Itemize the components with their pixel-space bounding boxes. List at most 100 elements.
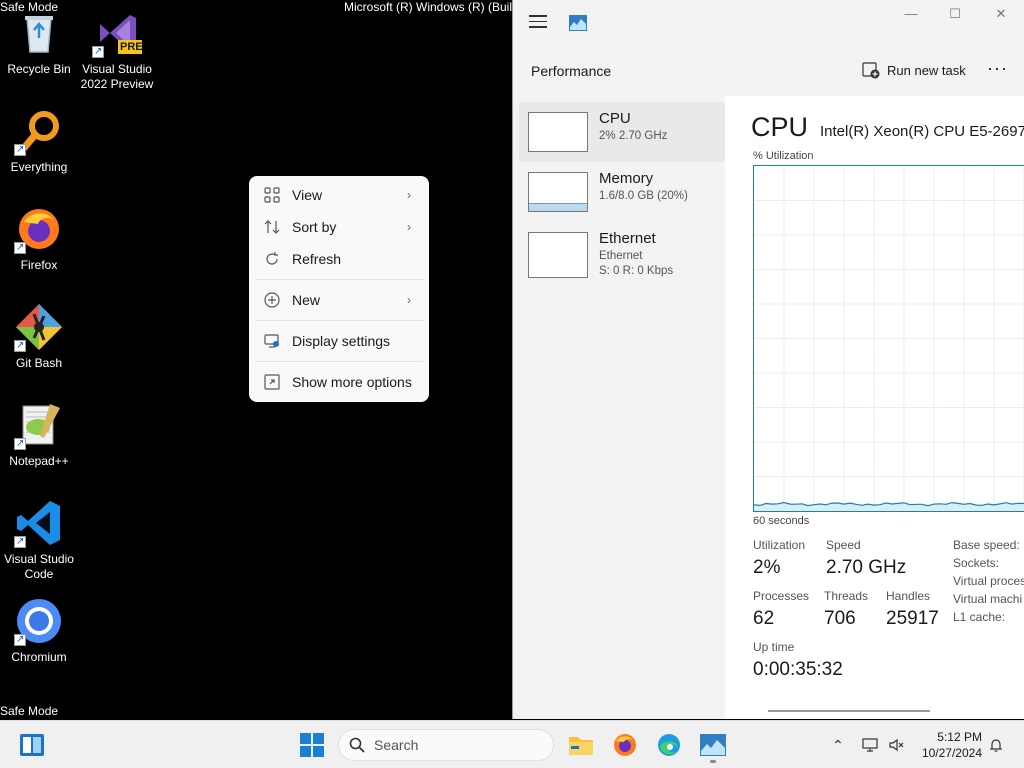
run-new-task-label: Run new task [887, 62, 966, 78]
l1-cache-label: L1 cache: [953, 610, 1006, 624]
clock-time: 5:12 PM [937, 730, 982, 744]
chevron-up-icon[interactable]: ⌃ [828, 735, 848, 755]
task-manager-taskbar-icon[interactable] [693, 725, 733, 765]
ethernet-mini-graph [528, 232, 588, 278]
system-clock[interactable]: 5:12 PM 10/27/2024 [916, 729, 982, 761]
sidebar-item-cpu[interactable]: CPU 2% 2.70 GHz [519, 102, 725, 162]
desktop-icon-chromium[interactable]: Chromium [0, 596, 78, 665]
menu-item-view[interactable]: View › [253, 179, 425, 211]
desktop-icon-label: Visual Studio Code [4, 552, 74, 581]
sidebar-item-detail: 1.6/8.0 GB (20%) [599, 190, 688, 202]
cpu-model: Intel(R) Xeon(R) CPU E5-2697 [820, 123, 1024, 140]
menu-item-label: Display settings [292, 333, 391, 349]
page-title: Performance [531, 63, 612, 79]
safe-mode-label-bottom: Safe Mode [0, 704, 59, 718]
clock-date: 10/27/2024 [921, 746, 982, 760]
menu-item-refresh[interactable]: Refresh [253, 243, 425, 275]
edge-taskbar-icon[interactable] [649, 725, 689, 765]
chromium-icon [14, 596, 64, 647]
search-placeholder: Search [374, 737, 419, 753]
grid-view-icon [263, 186, 281, 204]
menu-item-display-settings[interactable]: Display settings [253, 325, 425, 357]
menu-item-label: View [292, 187, 323, 203]
speed-label: Speed [826, 538, 861, 552]
sidebar-item-name: CPU [599, 110, 631, 127]
shortcut-arrow-icon [14, 632, 26, 647]
display-settings-icon [263, 332, 281, 350]
run-task-icon [862, 61, 880, 79]
processes-value: 62 [753, 608, 775, 629]
start-button[interactable] [292, 725, 332, 765]
git-bash-icon [14, 302, 64, 353]
sidebar-item-memory[interactable]: Memory 1.6/8.0 GB (20%) [519, 162, 725, 222]
taskbar-search-box[interactable]: Search [338, 729, 554, 761]
desktop-icon-visual-studio[interactable]: PRE Visual Studio 2022 Preview [78, 8, 156, 92]
show-more-options-icon [263, 373, 281, 391]
task-manager-app-icon [569, 15, 587, 31]
notification-bell-icon[interactable] [986, 735, 1006, 755]
shortcut-arrow-icon [14, 534, 26, 549]
menu-separator [255, 361, 423, 362]
chevron-right-icon: › [407, 293, 411, 307]
shortcut-arrow-icon [14, 338, 26, 353]
menu-item-label: Refresh [292, 251, 342, 267]
desktop-icon-recycle-bin[interactable]: Recycle Bin [0, 8, 78, 77]
performance-sidebar: CPU 2% 2.70 GHz Memory 1.6/8.0 GB (20%) … [513, 96, 725, 719]
sidebar-item-ethernet[interactable]: Ethernet Ethernet S: 0 R: 0 Kbps [519, 222, 725, 282]
shortcut-arrow-icon [92, 44, 104, 59]
menu-item-show-more-options[interactable]: Show more options [253, 366, 425, 398]
processes-label: Processes [753, 589, 810, 603]
firefox-icon [14, 204, 64, 255]
menu-item-label: New [292, 292, 321, 308]
minimize-button[interactable]: — [899, 6, 923, 26]
menu-item-sort-by[interactable]: Sort by › [253, 211, 425, 243]
menu-item-label: Show more options [292, 374, 412, 390]
volume-muted-icon[interactable] [886, 735, 906, 755]
utilization-value: 2% [753, 557, 781, 578]
hamburger-menu-icon[interactable] [529, 15, 547, 29]
menu-item-new[interactable]: New › [253, 284, 425, 316]
vscode-icon [14, 498, 64, 549]
desktop-icon-vscode[interactable]: Visual Studio Code [0, 498, 78, 582]
threads-label: Threads [824, 589, 869, 603]
desktop-icon-label: Visual Studio 2022 Preview [80, 62, 154, 91]
threads-value: 706 [824, 608, 856, 629]
run-new-task-button[interactable]: Run new task [862, 61, 966, 79]
sidebar-item-detail: 2% 2.70 GHz [599, 130, 668, 142]
desktop-icon-notepad-plus-plus[interactable]: Notepad++ [0, 400, 78, 469]
sort-icon [263, 218, 281, 236]
menu-item-label: Sort by [292, 219, 337, 235]
desktop-icon-everything[interactable]: Everything [0, 106, 78, 175]
maximize-button[interactable]: ☐ [943, 6, 967, 26]
memory-mini-graph [528, 172, 588, 212]
horizontal-scrollbar[interactable] [768, 710, 930, 712]
network-icon[interactable] [860, 735, 880, 755]
sidebar-item-detail: Ethernet [599, 250, 643, 262]
title-bar: — ☐ ✕ [513, 0, 1024, 46]
search-icon [349, 737, 365, 753]
sidebar-item-name: Memory [599, 170, 654, 187]
uptime-label: Up time [753, 640, 795, 654]
visual-studio-icon: PRE [92, 8, 143, 59]
windows-logo-icon [300, 733, 324, 757]
utilization-axis-label: % Utilization [753, 150, 814, 162]
desktop-icon-label: Recycle Bin [7, 62, 71, 76]
show-desktop-widget-icon[interactable] [12, 725, 52, 765]
sockets-label: Sockets: [953, 556, 1000, 570]
plus-circle-icon [263, 291, 281, 309]
close-button[interactable]: ✕ [989, 6, 1013, 26]
cpu-mini-graph [528, 112, 588, 152]
file-explorer-taskbar-icon[interactable] [561, 725, 601, 765]
desktop-icon-git-bash[interactable]: Git Bash [0, 302, 78, 371]
more-options-icon[interactable]: ··· [987, 58, 1008, 79]
firefox-taskbar-icon[interactable] [605, 725, 645, 765]
page-header: Performance Run new task ··· [513, 46, 1024, 96]
cpu-utilization-graph [753, 165, 1024, 512]
desktop-context-menu: View › Sort by › Refresh New › Display s… [249, 176, 429, 402]
desktop-icon-firefox[interactable]: Firefox [0, 204, 78, 273]
task-manager-window: — ☐ ✕ Performance Run new task ··· CPU 2… [512, 0, 1024, 719]
shortcut-arrow-icon [14, 436, 26, 451]
shortcut-arrow-icon [14, 240, 26, 255]
desktop-icon-label: Git Bash [15, 356, 63, 370]
notepad-plus-plus-icon [14, 400, 64, 451]
